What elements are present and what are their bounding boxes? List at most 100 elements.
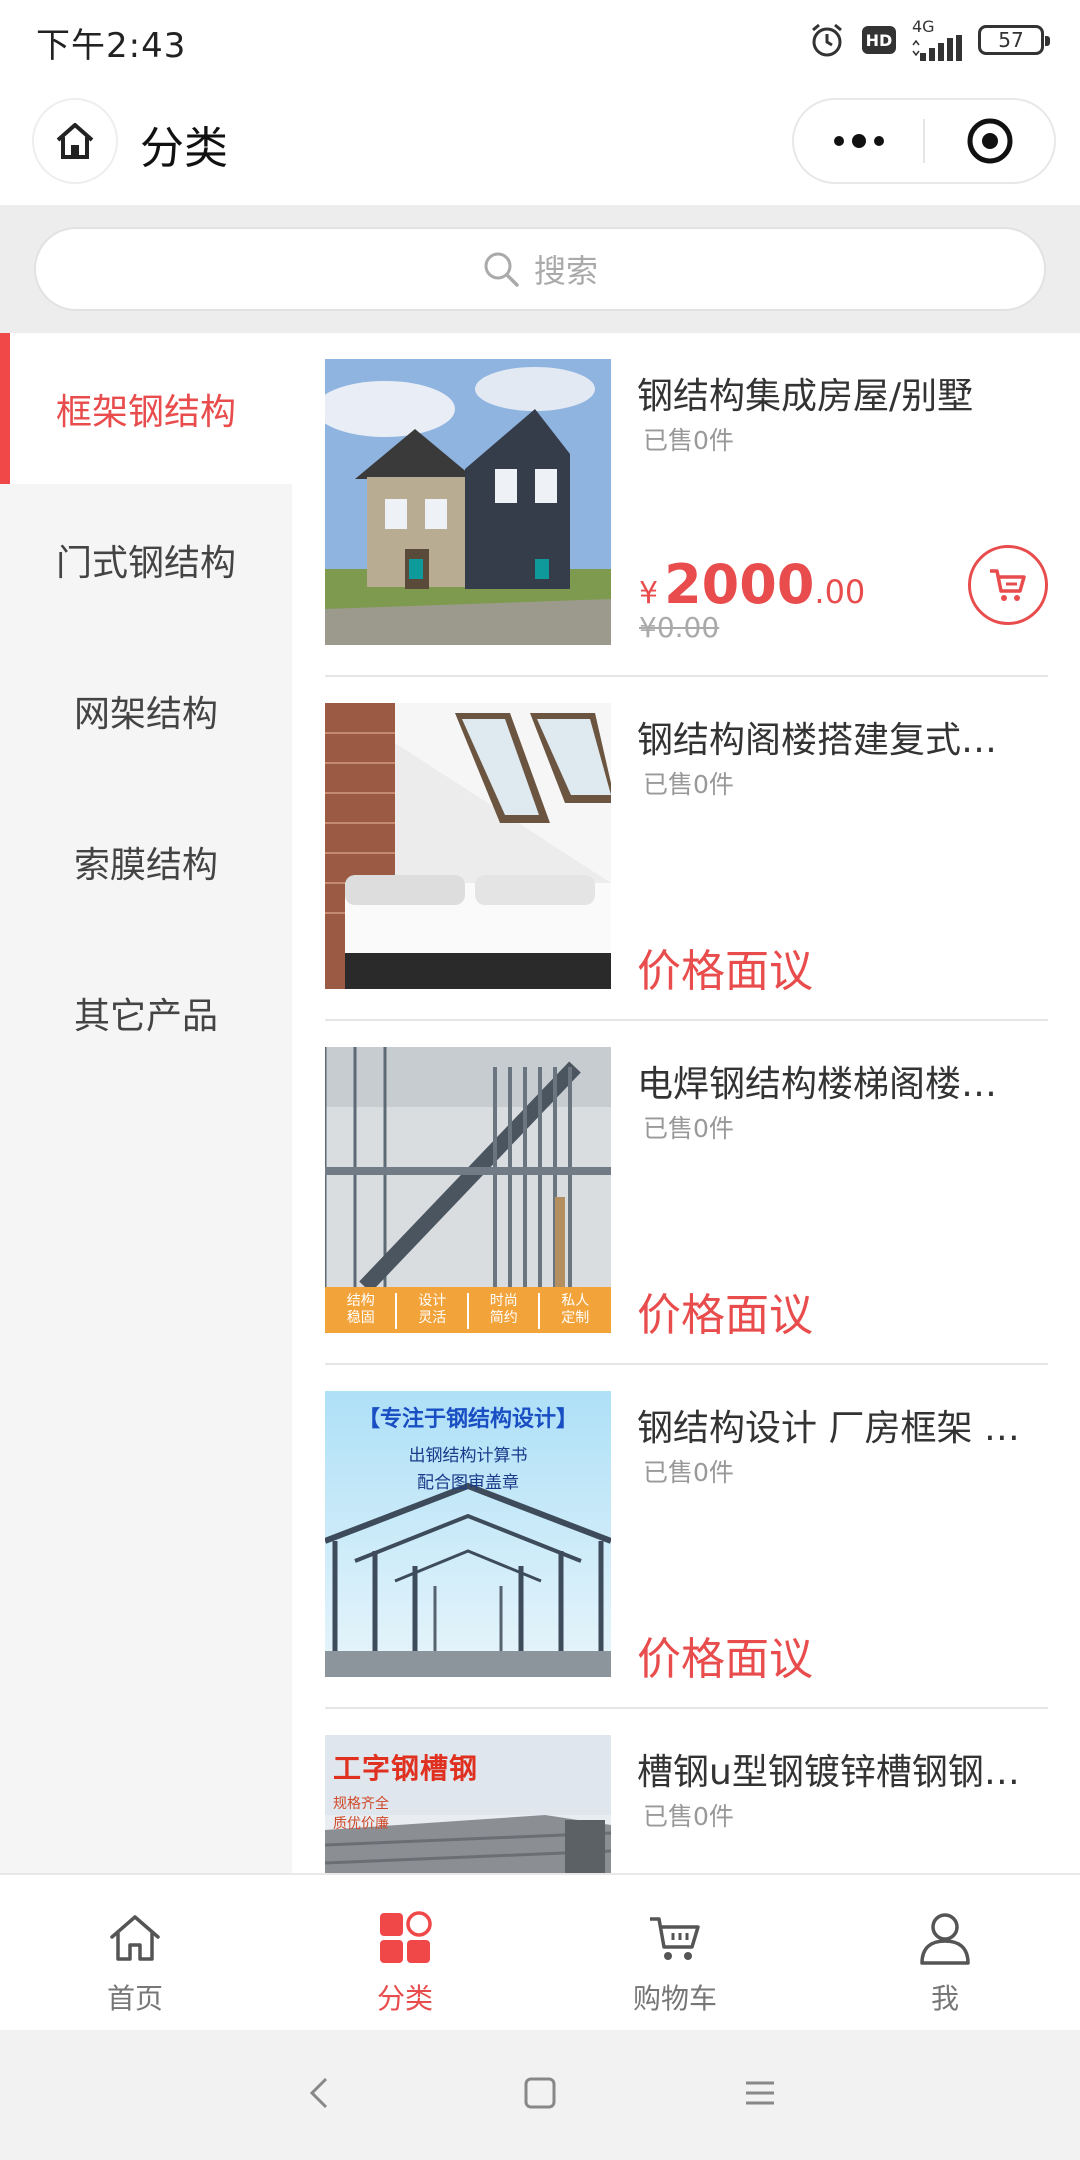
home-button[interactable] <box>32 98 118 184</box>
image-caption-title: 【专注于钢结构设计】 <box>357 1407 578 1432</box>
home-nav-button[interactable] <box>520 2073 560 2117</box>
original-price: ¥0.00 <box>639 611 720 644</box>
status-bar: 下午2:43 HD 4G 57 <box>0 0 1080 80</box>
tab-category[interactable]: 分类 <box>270 1875 540 2030</box>
close-button[interactable] <box>925 116 1054 166</box>
sidebar-item-frame-steel[interactable]: 框架钢结构 <box>0 333 292 484</box>
add-to-cart-button[interactable] <box>968 545 1048 625</box>
product-sold-count: 已售0件 <box>643 1114 734 1143</box>
image-badge-row: 结构 稳固 设计 灵活 时尚 简约 私人 定制 <box>325 1287 611 1333</box>
status-icons: HD 4G 57 <box>808 18 1050 62</box>
search-icon <box>484 252 519 287</box>
sidebar-item-label: 索膜结构 <box>73 844 218 886</box>
signal-icon: 4G <box>912 19 962 61</box>
navigation-bar: 分类 <box>0 80 1080 205</box>
image-caption-line: 规格齐全 <box>333 1796 389 1812</box>
badge-line: 私人 <box>561 1293 590 1309</box>
home-icon <box>110 1915 160 1961</box>
home-icon <box>56 123 94 159</box>
miniprogram-capsule <box>792 98 1056 184</box>
sidebar-item-label: 框架钢结构 <box>55 391 236 433</box>
menu-icon <box>746 2081 774 2105</box>
price-symbol: ¥ <box>639 576 659 611</box>
cart-icon <box>990 569 1026 601</box>
image-caption: 【专注于钢结构设计】 出钢结构计算书 配合图审盖章 <box>325 1401 611 1493</box>
price-decimal: .00 <box>814 573 866 611</box>
image-badge: 时尚 简约 <box>468 1287 540 1333</box>
image-caption-line: 配合图审盖章 <box>417 1473 519 1493</box>
back-button[interactable] <box>300 2073 340 2117</box>
back-icon <box>309 2077 328 2109</box>
badge-line: 结构 <box>346 1293 375 1309</box>
sidebar-item-membrane-structure[interactable]: 索膜结构 <box>0 786 292 937</box>
price-negotiable: 价格面议 <box>637 1634 813 1685</box>
product-item[interactable]: 【专注于钢结构设计】 出钢结构计算书 配合图审盖章 钢结构设计 厂房框架 … 已… <box>325 1365 1048 1709</box>
product-sold-count: 已售0件 <box>643 1458 734 1487</box>
bottom-tab-bar: 首页 分类 购物车 我 <box>0 1873 1080 2030</box>
system-navigation-bar <box>0 2030 1080 2160</box>
image-caption: 工字钢槽钢 规格齐全 质优价廉 <box>333 1747 478 1833</box>
more-icon <box>833 134 884 148</box>
sidebar-item-label: 网架结构 <box>73 693 218 735</box>
product-image-factory-frame[interactable]: 【专注于钢结构设计】 出钢结构计算书 配合图审盖章 <box>325 1391 611 1677</box>
sidebar-item-grid-structure[interactable]: 网架结构 <box>0 635 292 786</box>
product-name[interactable]: 钢结构设计 厂房框架 … <box>637 1399 1049 1451</box>
product-name[interactable]: 钢结构阁楼搭建复式… <box>637 711 1049 763</box>
square-home-icon <box>524 2077 556 2109</box>
product-item[interactable]: 工字钢槽钢 规格齐全 质优价廉 槽钢u型钢镀锌槽钢钢… 已售0件 <box>325 1709 1048 1873</box>
product-sold-count: 已售0件 <box>643 426 734 455</box>
badge-line: 稳固 <box>346 1310 375 1326</box>
tab-label: 首页 <box>106 1982 163 2015</box>
image-badge: 设计 灵活 <box>397 1287 469 1333</box>
menu-button[interactable] <box>740 2073 780 2117</box>
hd-badge: HD <box>862 26 896 54</box>
status-time: 下午2:43 <box>36 26 187 66</box>
sidebar-item-label: 其它产品 <box>73 995 218 1037</box>
cart-icon <box>650 1917 700 1960</box>
image-badge: 私人 定制 <box>540 1287 612 1333</box>
category-icon <box>380 1911 432 1963</box>
battery-indicator: 57 <box>978 25 1050 55</box>
more-button[interactable] <box>794 133 923 149</box>
price-negotiable: 价格面议 <box>637 1290 813 1341</box>
badge-line: 时尚 <box>489 1293 518 1309</box>
badge-line: 简约 <box>489 1310 518 1326</box>
page-title: 分类 <box>140 123 228 174</box>
tab-cart[interactable]: 购物车 <box>540 1875 810 2030</box>
search-placeholder: 搜索 <box>533 252 598 290</box>
sidebar-item-label: 门式钢结构 <box>55 542 236 584</box>
image-caption-line: 出钢结构计算书 <box>408 1446 528 1466</box>
product-image-stairs[interactable]: 结构 稳固 设计 灵活 时尚 简约 私人 定制 <box>325 1047 611 1333</box>
product-image-attic[interactable] <box>325 703 611 989</box>
tab-label: 分类 <box>376 1982 433 2015</box>
sidebar-item-portal-steel[interactable]: 门式钢结构 <box>0 484 292 635</box>
product-image-channel-steel[interactable]: 工字钢槽钢 规格齐全 质优价廉 <box>325 1735 611 1873</box>
product-item[interactable]: 结构 稳固 设计 灵活 时尚 简约 私人 定制 电焊钢结构楼梯阁楼… 已售0件 价格面议 <box>325 1021 1048 1365</box>
search-input[interactable]: 搜索 <box>34 227 1046 311</box>
badge-line: 灵活 <box>418 1310 447 1326</box>
tab-me[interactable]: 我 <box>810 1875 1080 2030</box>
network-label: 4G <box>912 17 935 36</box>
image-caption-title: 工字钢槽钢 <box>333 1752 479 1785</box>
image-badge: 结构 稳固 <box>325 1287 397 1333</box>
product-item[interactable]: 钢结构集成房屋/别墅 已售0件 ¥ 2000 .00 ¥0.00 <box>325 333 1048 677</box>
price-negotiable: 价格面议 <box>637 946 813 997</box>
product-image-house[interactable] <box>325 359 611 645</box>
product-item[interactable]: 钢结构阁楼搭建复式… 已售0件 价格面议 <box>325 677 1048 1021</box>
product-name[interactable]: 钢结构集成房屋/别墅 <box>637 367 1049 419</box>
battery-level: 57 <box>998 28 1024 52</box>
sidebar-item-other-products[interactable]: 其它产品 <box>0 937 292 1088</box>
close-target-icon <box>967 118 1012 164</box>
search-area: 搜索 <box>0 205 1080 333</box>
user-icon <box>920 1913 970 1965</box>
tab-label: 购物车 <box>632 1982 717 2015</box>
tab-label: 我 <box>930 1982 959 2015</box>
product-price: ¥ 2000 .00 <box>639 553 865 616</box>
product-sold-count: 已售0件 <box>643 770 734 799</box>
tab-home[interactable]: 首页 <box>0 1875 270 2030</box>
product-sold-count: 已售0件 <box>643 1802 734 1831</box>
product-name[interactable]: 电焊钢结构楼梯阁楼… <box>637 1055 1049 1107</box>
category-sidebar: 框架钢结构 门式钢结构 网架结构 索膜结构 其它产品 <box>0 333 292 1873</box>
product-list: 钢结构集成房屋/别墅 已售0件 ¥ 2000 .00 ¥0.00 钢结构阁楼搭建… <box>292 333 1080 1873</box>
product-name[interactable]: 槽钢u型钢镀锌槽钢钢… <box>637 1743 1049 1795</box>
